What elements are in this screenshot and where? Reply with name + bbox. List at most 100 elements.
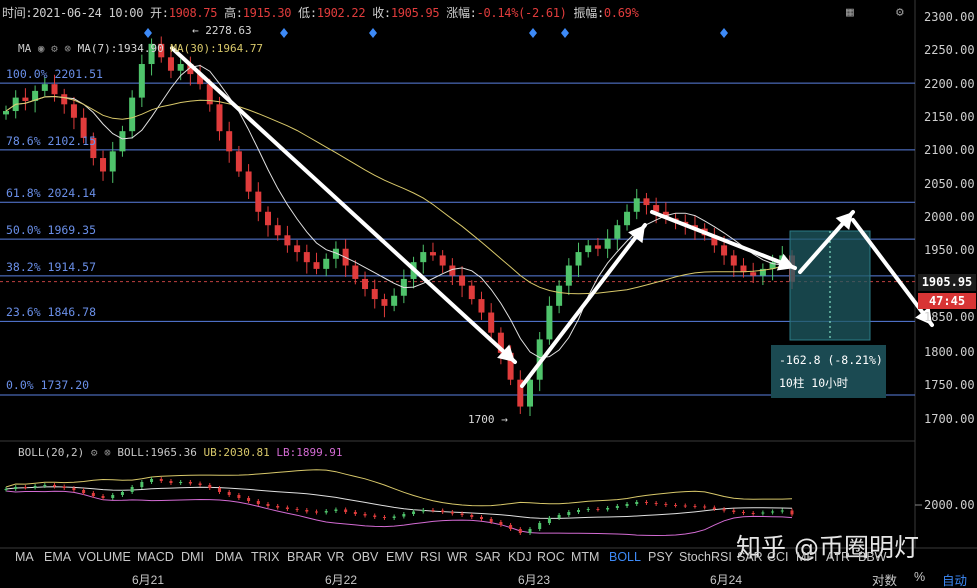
percent-scale-toggle[interactable]: % [914, 570, 925, 584]
tab-macd[interactable]: MACD [137, 550, 174, 564]
tab-ma[interactable]: MA [15, 550, 34, 564]
high-value: 1915.30 [242, 6, 292, 20]
calendar-icon[interactable]: ▦ [846, 5, 854, 20]
tab-roc[interactable]: ROC [537, 550, 565, 564]
gear-icon[interactable]: ⚙ [91, 446, 98, 459]
tab-wr[interactable]: WR [447, 550, 468, 564]
signal-marker [720, 28, 728, 38]
boll-candle-body [266, 504, 270, 506]
boll-candle-body [421, 510, 425, 512]
candle-body [41, 84, 48, 91]
candle-body [100, 158, 107, 172]
settings-icon[interactable]: ⚙ [896, 5, 904, 20]
tab-volume[interactable]: VOLUME [78, 550, 131, 564]
tab-kdj[interactable]: KDJ [508, 550, 532, 564]
tab-sar[interactable]: SAR [475, 550, 501, 564]
amplitude-label: 振幅: [573, 6, 605, 20]
candle-body [381, 299, 388, 306]
tab-atr[interactable]: ATR [826, 550, 850, 564]
last-price-tag: 1905.95 [918, 274, 976, 291]
measure-bars: 10柱 10小时 [779, 376, 849, 390]
eye-icon[interactable]: ◉ [38, 42, 45, 55]
boll-value: BOLL:1965.36 [117, 446, 197, 459]
candle-body [352, 265, 359, 279]
tab-dmi[interactable]: DMI [181, 550, 204, 564]
fib-label-382: 38.2% 1914.57 [6, 260, 97, 274]
boll-candle-body [644, 502, 648, 503]
candle-body [226, 131, 233, 152]
boll-candle-body [479, 517, 483, 519]
boll-candle-body [315, 511, 319, 513]
tab-stochrsi[interactable]: StochRSI [679, 550, 732, 564]
candle-body [129, 97, 136, 132]
boll-candle-body [586, 509, 590, 510]
boll-candle-body [101, 496, 105, 498]
tab-cci[interactable]: CCI [767, 550, 789, 564]
boll-candle-body [683, 505, 687, 507]
close-icon[interactable]: ⊗ [64, 42, 71, 55]
boll-candle-body [780, 510, 784, 512]
tab-mfi[interactable]: MFI [796, 550, 818, 564]
tab-bbw[interactable]: BBW [858, 550, 886, 564]
gear-icon[interactable]: ⚙ [51, 42, 58, 55]
boll-candle-body [72, 488, 76, 490]
candle-body [429, 252, 436, 256]
boll-candle-body [130, 487, 134, 492]
x-tick: 6月24 [710, 573, 743, 587]
boll-candle-body [703, 506, 707, 508]
tab-psy[interactable]: PSY [648, 550, 673, 564]
boll-candle-body [635, 502, 639, 504]
boll-candle-body [217, 488, 221, 492]
tab-emv[interactable]: EMV [386, 550, 413, 564]
boll-candle-body [654, 503, 658, 504]
boll-candle-body [509, 525, 513, 529]
signal-marker [529, 28, 537, 38]
measure-tooltip: -162.8 (-8.21%) 10柱 10小时 [771, 345, 886, 398]
boll-candle-body [499, 522, 503, 525]
ma30-value: MA(30):1964.77 [170, 42, 264, 55]
tab-dma[interactable]: DMA [215, 550, 243, 564]
log-scale-toggle[interactable]: 对数 [872, 570, 897, 588]
candle-body [109, 151, 116, 172]
close-icon[interactable]: ⊗ [104, 446, 111, 459]
low-label: 低: [298, 6, 317, 20]
tab-vr[interactable]: VR [327, 550, 344, 564]
ub-value: UB:2030.81 [203, 446, 270, 459]
tab-ema[interactable]: EMA [44, 550, 71, 564]
tab-boll[interactable]: BOLL [609, 550, 641, 564]
boll-candle-body [188, 482, 192, 484]
candle-body [255, 191, 262, 212]
tab-brar[interactable]: BRAR [287, 550, 322, 564]
boll-candle-body [43, 485, 47, 486]
boll-candle-body [276, 506, 280, 508]
y-tick: 2150.00 [924, 110, 975, 124]
chart-canvas[interactable] [0, 0, 977, 588]
close-label: 收: [372, 6, 391, 20]
tab-mtm[interactable]: MTM [571, 550, 599, 564]
boll-candle-body [91, 493, 95, 496]
boll-candle-body [518, 529, 522, 533]
tab-sar-2[interactable]: SAR [737, 550, 763, 564]
tab-obv[interactable]: OBV [352, 550, 378, 564]
tab-rsi[interactable]: RSI [420, 550, 441, 564]
auto-scale-toggle[interactable]: 自动 [942, 570, 967, 588]
boll-candle-body [237, 495, 241, 498]
tab-trix[interactable]: TRIX [251, 550, 279, 564]
y-tick: 1750.00 [924, 378, 975, 392]
candle-body [323, 258, 330, 269]
ma7-value: MA(7):1934.90 [77, 42, 164, 55]
boll-candle-body [23, 487, 27, 488]
y-tick: 1800.00 [924, 345, 975, 359]
candle-body [420, 252, 427, 263]
chart-app: { "header": { "time_label": "时间:", "time… [0, 0, 977, 588]
candle-body [575, 252, 582, 266]
y-tick: 1950.00 [924, 243, 975, 257]
boll-legend: BOLL(20,2) ⚙ ⊗ BOLL:1965.36 UB:2030.81 L… [18, 446, 343, 459]
ma30-line [5, 95, 793, 295]
y-tick: 2200.00 [924, 77, 975, 91]
candle-body [235, 151, 242, 172]
boll-candle-body [751, 513, 755, 514]
boll-candle-body [412, 511, 416, 514]
amplitude-value: 0.69% [603, 6, 639, 20]
signal-marker [561, 28, 569, 38]
